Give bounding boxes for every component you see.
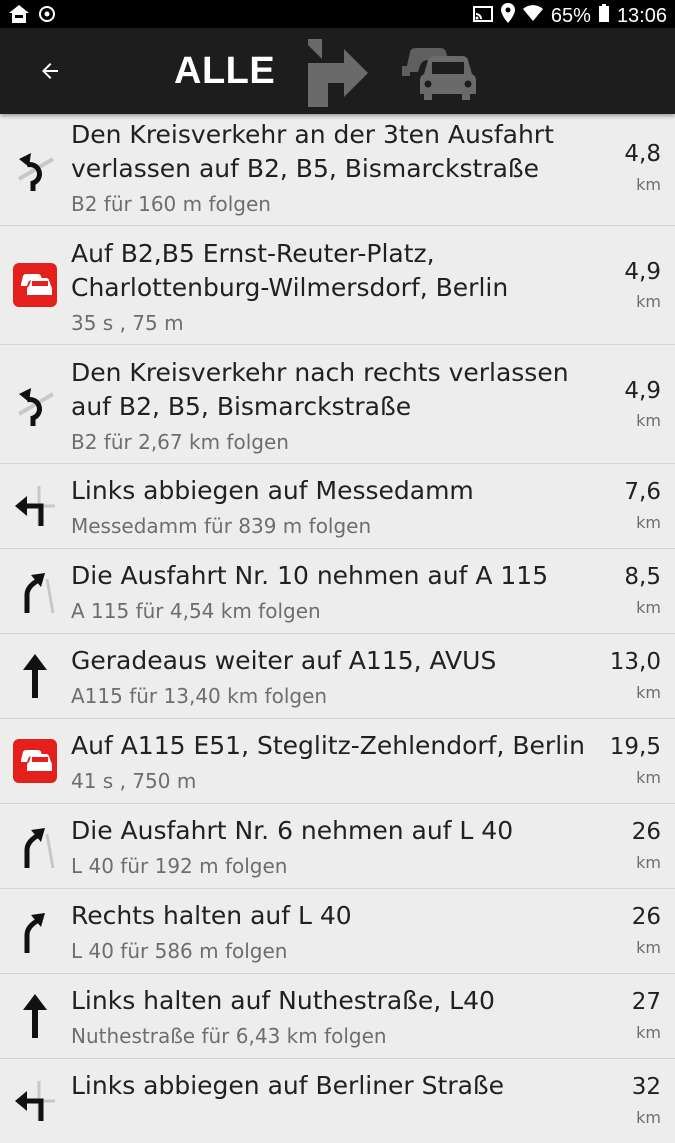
list-item[interactable]: Rechts halten auf L 40 L 40 für 586 m fo… — [0, 889, 675, 974]
list-item[interactable]: Auf B2,B5 Ernst-Reuter-Platz, Charlotten… — [0, 226, 675, 345]
list-item[interactable]: Links abbiegen auf Berliner Straße 32 km — [0, 1059, 675, 1143]
route-steps-list: Den Kreisverkehr an der 3ten Ausfahrt ve… — [0, 114, 675, 1143]
step-subtitle: Nuthestraße für 6,43 km folgen — [71, 1024, 387, 1048]
roundabout-icon — [10, 144, 60, 194]
app-bar: ALLE — [0, 28, 675, 114]
traffic-icon — [402, 48, 476, 100]
step-distance-unit: km — [636, 175, 661, 194]
traffic-icon — [10, 260, 60, 310]
step-distance-unit: km — [636, 513, 661, 532]
step-title: Geradeaus weiter auf A115, AVUS — [71, 646, 497, 675]
step-distance-unit: km — [636, 598, 661, 617]
list-item[interactable]: Auf A115 E51, Steglitz-Zehlendorf, Berli… — [0, 719, 675, 804]
step-distance: 27 — [631, 989, 661, 1015]
step-subtitle: 35 s , 75 m — [71, 311, 184, 335]
step-title: Links abbiegen auf Messedamm — [71, 476, 474, 505]
page-title: ALLE — [174, 50, 276, 92]
list-item[interactable]: Die Ausfahrt Nr. 10 nehmen auf A 115 A 1… — [0, 549, 675, 634]
exit-right-icon — [10, 566, 60, 616]
step-title: Auf B2,B5 Ernst-Reuter-Platz, Charlotten… — [71, 239, 509, 302]
list-item[interactable]: Geradeaus weiter auf A115, AVUS A115 für… — [0, 634, 675, 719]
step-subtitle: A115 für 13,40 km folgen — [71, 684, 328, 708]
step-distance-unit: km — [636, 292, 661, 311]
battery-icon — [598, 4, 609, 28]
list-item[interactable]: Die Ausfahrt Nr. 6 nehmen auf L 40 L 40 … — [0, 804, 675, 889]
list-item[interactable]: Links halten auf Nuthestraße, L40 Nuthes… — [0, 974, 675, 1059]
step-distance-unit: km — [636, 768, 661, 787]
step-subtitle: L 40 für 192 m folgen — [71, 854, 288, 878]
step-subtitle: B2 für 160 m folgen — [71, 192, 271, 216]
step-distance-unit: km — [636, 683, 661, 702]
step-distance-unit: km — [636, 411, 661, 430]
battery-text: 65% — [550, 4, 591, 27]
step-title: Rechts halten auf L 40 — [71, 901, 352, 930]
step-title: Links halten auf Nuthestraße, L40 — [71, 986, 495, 1015]
step-distance-unit: km — [636, 938, 661, 957]
step-subtitle: L 40 für 586 m folgen — [71, 939, 288, 963]
step-subtitle: 41 s , 750 m — [71, 769, 197, 793]
step-title: Links abbiegen auf Berliner Straße — [71, 1071, 505, 1100]
turn-filter-button[interactable] — [304, 35, 372, 107]
arrow-left-icon — [42, 63, 58, 79]
wifi-icon — [522, 4, 543, 28]
turn-left-icon — [10, 481, 60, 531]
clock: 13:06 — [616, 4, 667, 27]
sync-icon — [38, 5, 56, 29]
list-item[interactable]: Links abbiegen auf Messedamm Messedamm f… — [0, 464, 675, 549]
cast-icon — [472, 5, 493, 28]
step-distance-unit: km — [636, 1023, 661, 1042]
step-subtitle: Messedamm für 839 m folgen — [71, 514, 372, 538]
home-alert-icon — [8, 4, 30, 30]
step-distance: 26 — [631, 904, 661, 930]
step-distance: 32 — [631, 1074, 661, 1100]
traffic-filter-button[interactable] — [400, 42, 476, 102]
traffic-icon — [10, 736, 60, 786]
step-distance: 19,5 — [609, 734, 661, 760]
straight-icon — [10, 651, 60, 701]
step-subtitle: B2 für 2,67 km folgen — [71, 430, 289, 454]
step-distance: 7,6 — [624, 479, 661, 505]
turn-left-icon — [10, 1076, 60, 1126]
turn-right-icon — [308, 39, 368, 107]
step-title: Die Ausfahrt Nr. 6 nehmen auf L 40 — [71, 816, 514, 845]
step-subtitle: A 115 für 4,54 km folgen — [71, 599, 321, 623]
step-distance-unit: km — [636, 853, 661, 872]
exit-right-icon — [10, 906, 60, 956]
step-distance: 8,5 — [624, 564, 661, 590]
step-title: Den Kreisverkehr an der 3ten Ausfahrt ve… — [71, 120, 554, 183]
status-bar: 65% 13:06 — [0, 0, 675, 28]
step-title: Die Ausfahrt Nr. 10 nehmen auf A 115 — [71, 561, 549, 590]
back-button[interactable] — [30, 51, 70, 91]
step-distance: 4,9 — [624, 259, 661, 285]
location-icon — [500, 3, 515, 29]
step-title: Auf A115 E51, Steglitz-Zehlendorf, Berli… — [71, 731, 585, 760]
step-distance: 26 — [631, 819, 661, 845]
roundabout-icon — [10, 379, 60, 429]
list-item[interactable]: Den Kreisverkehr an der 3ten Ausfahrt ve… — [0, 114, 675, 226]
step-distance: 4,8 — [624, 141, 661, 167]
step-distance-unit: km — [636, 1108, 661, 1127]
list-item[interactable]: Den Kreisverkehr nach rechts verlassen a… — [0, 345, 675, 464]
step-title: Den Kreisverkehr nach rechts verlassen a… — [71, 358, 569, 421]
exit-right-icon — [10, 821, 60, 871]
straight-icon — [10, 991, 60, 1041]
step-distance: 13,0 — [609, 649, 661, 675]
step-distance: 4,9 — [624, 378, 661, 404]
